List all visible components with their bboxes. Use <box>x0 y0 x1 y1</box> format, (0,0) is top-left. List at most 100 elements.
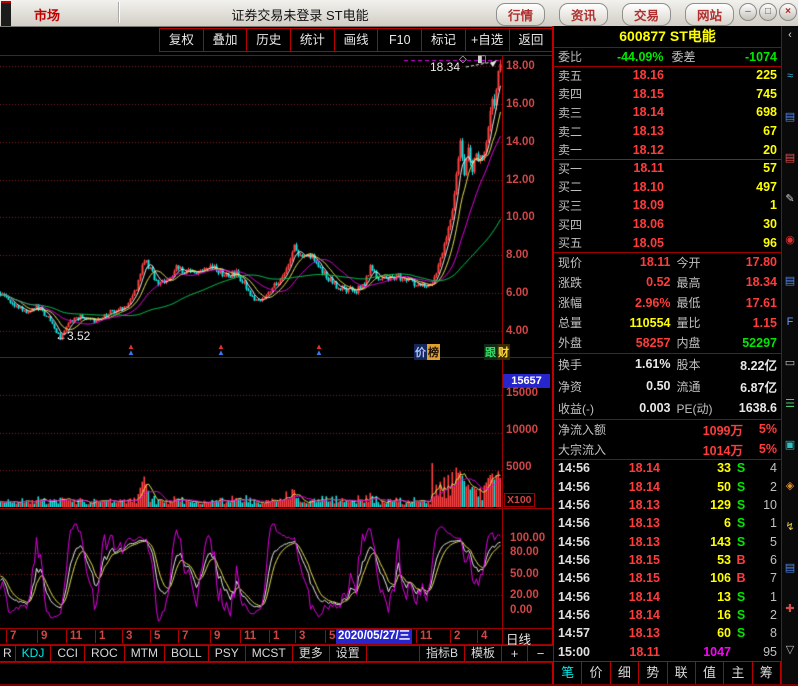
doc-red-icon[interactable]: ▤ <box>783 151 798 192</box>
indicator-button-r[interactable]: R <box>0 645 16 662</box>
panel-tab-细[interactable]: 细 <box>611 662 639 685</box>
diamond-tool-icon[interactable]: ◈ <box>783 479 798 520</box>
buy-order-row[interactable]: 买三18.091 <box>554 196 781 215</box>
high-price-annotation: 18.34 <box>430 60 460 74</box>
zoom-in-button[interactable]: + <box>501 645 528 662</box>
price-axis-label: 10.00 <box>506 211 535 223</box>
sell-order-row[interactable]: 卖一18.1220 <box>554 140 781 159</box>
indicator-button-mcst[interactable]: MCST <box>245 645 293 662</box>
panel-tab-筹[interactable]: 筹 <box>753 662 781 685</box>
stat-row: 净资0.50流通6.87亿 <box>554 375 781 397</box>
price-axis-label: 6.00 <box>506 287 528 299</box>
divider <box>0 55 553 56</box>
flash-icon[interactable]: ↯ <box>783 520 798 561</box>
indicator-button-cci[interactable]: CCI <box>50 645 85 662</box>
time-axis-label: 5 <box>325 630 335 643</box>
indicator-b-button[interactable]: 指标B <box>419 645 465 662</box>
indicator-bar: RKDJCCIROCMTMBOLLPSYMCST更多设置 指标B模板 <box>0 645 502 662</box>
tick-row: 14:5618.1433S4 <box>554 459 781 477</box>
money-flow-row: 大宗流入1014万5% <box>554 439 781 459</box>
sell-order-row[interactable]: 卖二18.1367 <box>554 122 781 141</box>
f10-icon[interactable]: F <box>783 315 798 356</box>
side-icon-strip: ‹≈▤▤✎◉▤F▭☰▣◈↯▤✚▽ <box>781 26 798 684</box>
panel-tab-主[interactable]: 主 <box>724 662 752 685</box>
panel-tab-势[interactable]: 势 <box>639 662 667 685</box>
menu-market[interactable]: 市场 <box>34 5 60 24</box>
edit-icon[interactable]: ✎ <box>783 192 798 233</box>
volume-axis-label: 10000 <box>506 424 538 436</box>
record-icon[interactable]: ◉ <box>783 233 798 274</box>
restore-button[interactable]: □ <box>759 3 777 21</box>
diamond-icon[interactable]: ◇ <box>459 54 467 65</box>
time-axis-label: 7 <box>178 630 188 643</box>
indicator-button-mtm[interactable]: MTM <box>124 645 165 662</box>
buy-order-row[interactable]: 买五18.0596 <box>554 233 781 252</box>
collapse-panel-icon[interactable]: ‹ <box>783 28 798 69</box>
panel-icon[interactable]: ▭ <box>783 356 798 397</box>
panel-tab-联[interactable]: 联 <box>668 662 696 685</box>
chart-tag-button[interactable]: 价榜 <box>414 344 440 360</box>
indicator-button-boll[interactable]: BOLL <box>164 645 209 662</box>
titlebar-button-news[interactable]: 资讯 <box>559 3 608 26</box>
titlebar-button-trade[interactable]: 交易 <box>622 3 671 26</box>
stat-row: 外盘58257内盘52297 <box>554 333 781 353</box>
panel-tab-价[interactable]: 价 <box>582 662 610 685</box>
kdj-axis-label: 80.00 <box>510 546 539 558</box>
kdj-chart[interactable] <box>0 510 502 628</box>
doc-blue-icon[interactable]: ▤ <box>783 110 798 151</box>
volume-chart[interactable] <box>0 358 502 507</box>
sell-order-row[interactable]: 卖五18.16225 <box>554 66 781 85</box>
toolbar-button-add-watchlist[interactable]: +自选 <box>465 28 510 52</box>
price-axis-label: 12.00 <box>506 174 535 186</box>
wave-icon[interactable]: ≈ <box>783 69 798 110</box>
minimize-button[interactable]: – <box>739 3 757 21</box>
time-axis-label: 11 <box>66 630 82 643</box>
plus-icon[interactable]: ✚ <box>783 602 798 643</box>
time-axis-label: 1 <box>269 630 279 643</box>
sell-order-row[interactable]: 卖四18.15745 <box>554 85 781 104</box>
tick-row: 14:5618.1413S1 <box>554 588 781 606</box>
toolbar-button-mark[interactable]: 标记 <box>421 28 466 52</box>
main-kline-chart[interactable] <box>0 56 502 357</box>
tick-row: 14:5718.1360S8 <box>554 624 781 642</box>
tick-row: 14:5618.13129S10 <box>554 496 781 514</box>
buy-order-row[interactable]: 买二18.10497 <box>554 178 781 197</box>
doc-blue-icon[interactable]: ▤ <box>783 274 798 315</box>
trading-app-window: 市场 证券交易未登录 ST电能 行情资讯交易网站 –□× 复权叠加历史统计画线F… <box>0 0 798 686</box>
titlebar-button-website[interactable]: 网站 <box>685 3 734 26</box>
tick-row: 14:5618.1416S2 <box>554 606 781 624</box>
doc-blue-icon[interactable]: ▤ <box>783 561 798 602</box>
time-axis-label: 5 <box>150 630 160 643</box>
indicator-button-roc[interactable]: ROC <box>84 645 125 662</box>
down-icon[interactable]: ▽ <box>783 643 798 684</box>
divider <box>0 357 553 358</box>
buy-order-row[interactable]: 买四18.0630 <box>554 215 781 234</box>
indicator-button-更多[interactable]: 更多 <box>292 645 330 662</box>
grid-icon[interactable]: ▣ <box>783 438 798 479</box>
indicator-button-psy[interactable]: PSY <box>208 645 246 662</box>
toolbar-button-fuquan[interactable]: 复权 <box>159 28 204 52</box>
toolbar-button-f10[interactable]: F10 <box>377 28 422 52</box>
close-button[interactable]: × <box>779 3 797 21</box>
chart-tag-button[interactable]: 跟财 <box>484 344 510 360</box>
toolbar-button-back[interactable]: 返回 <box>509 28 554 52</box>
list-icon[interactable]: ☰ <box>783 397 798 438</box>
toolbar-button-overlay[interactable]: 叠加 <box>203 28 248 52</box>
toolbar-button-statistics[interactable]: 统计 <box>290 28 335 52</box>
toolbar-button-history[interactable]: 历史 <box>246 28 291 52</box>
buy-order-row[interactable]: 买一18.1157 <box>554 159 781 178</box>
toolbar-button-draw-line[interactable]: 画线 <box>334 28 379 52</box>
panel-tab-值[interactable]: 值 <box>696 662 724 685</box>
indicator-button-设置[interactable]: 设置 <box>329 645 367 662</box>
window-controls: –□× <box>739 3 797 21</box>
panel-tab-笔[interactable]: 笔 <box>554 662 582 685</box>
template-button[interactable]: 模板 <box>464 645 502 662</box>
money-flow-row: 净流入额1099万5% <box>554 419 781 439</box>
zoom-out-button[interactable]: − <box>527 645 554 662</box>
indicator-button-kdj[interactable]: KDJ <box>15 645 52 662</box>
sell-order-row[interactable]: 卖三18.14698 <box>554 103 781 122</box>
kdj-axis-label: 100.00 <box>510 532 545 544</box>
time-axis-label: 9 <box>210 630 220 643</box>
split-square-icon[interactable]: ◧ <box>477 54 486 65</box>
titlebar-button-quotes[interactable]: 行情 <box>496 3 545 26</box>
